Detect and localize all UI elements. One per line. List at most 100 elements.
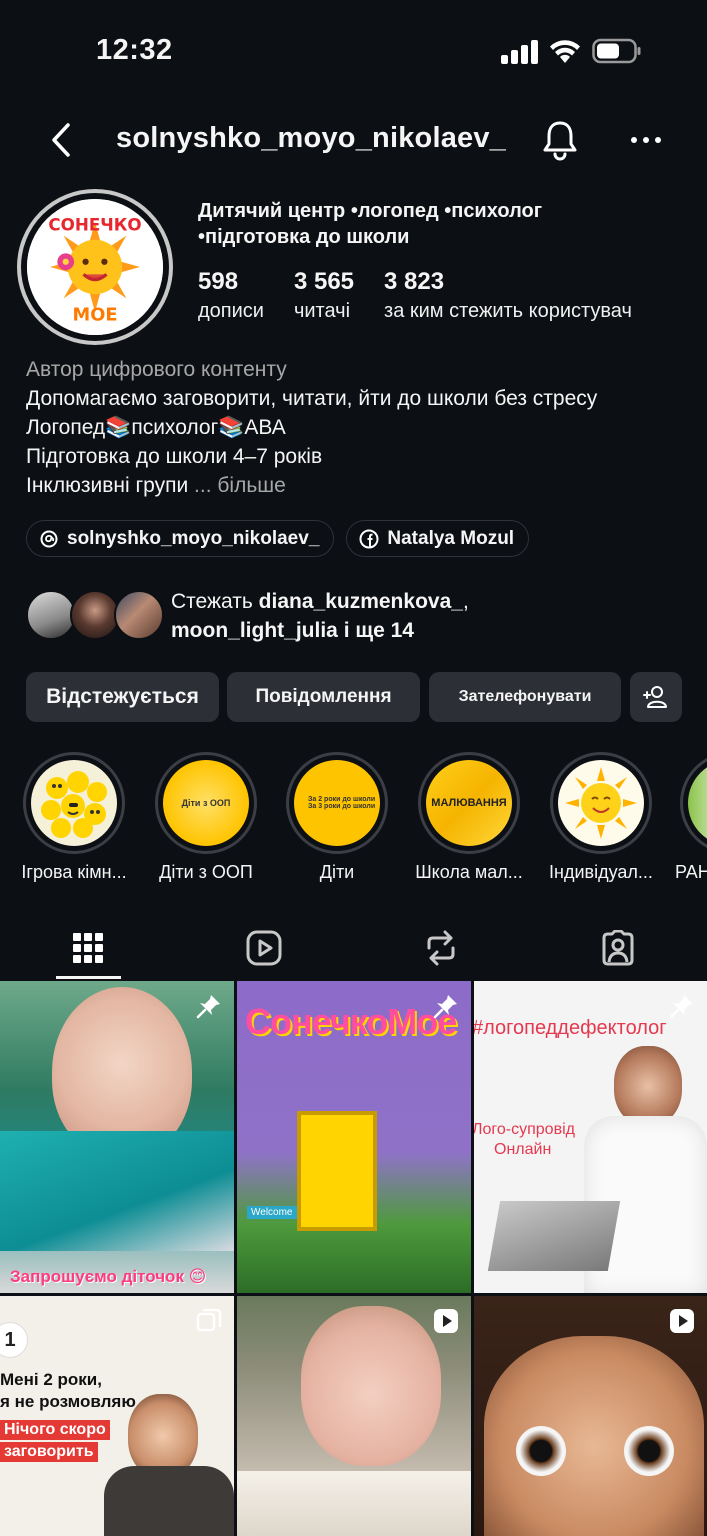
- post-thumbnail[interactable]: #логопеддефектолог Лого-супровід Онлайн: [474, 981, 707, 1293]
- add-person-icon: [643, 686, 667, 708]
- post-caption: Запрошуємо діточок 😊: [10, 1267, 207, 1286]
- follower-avatar: [26, 590, 76, 640]
- stat-followers[interactable]: 3 565 читачі: [294, 268, 354, 326]
- followed-by-prefix: Стежать: [171, 590, 253, 613]
- stat-value: 3 823: [384, 268, 445, 295]
- profile-header: solnyshko_moyo_nikolaev_: [0, 110, 707, 170]
- profile-stats: 598 дописи 3 565 читачі 3 823 за ким сте…: [198, 268, 662, 326]
- following-button[interactable]: Відстежується: [26, 672, 219, 722]
- call-button[interactable]: Зателефонувати: [429, 672, 621, 722]
- message-button[interactable]: Повідомлення: [227, 672, 420, 722]
- message-button-label: Повідомлення: [255, 686, 392, 707]
- notification-bell-icon[interactable]: [540, 118, 580, 162]
- suggest-people-button[interactable]: [630, 672, 682, 722]
- bio-line: Інклюзивні групи ... більше: [26, 471, 696, 500]
- back-arrow-icon[interactable]: [44, 120, 78, 160]
- tab-grid[interactable]: [0, 916, 176, 980]
- highlight-label: Індивідуал...: [549, 862, 653, 882]
- post-photo-face: [484, 1336, 704, 1536]
- post-text: Лого-супровід: [474, 1121, 575, 1138]
- more-options-icon[interactable]: [628, 128, 664, 152]
- stat-value: 598: [198, 268, 239, 295]
- post-thumbnail[interactable]: 1 Мені 2 роки, я не розмовляю Нічого ско…: [0, 1296, 234, 1536]
- followed-by-suffix: і ще 14: [343, 619, 414, 642]
- tagged-person-icon: [602, 930, 634, 966]
- post-photo-body: [104, 1466, 234, 1536]
- post-thumbnail[interactable]: [237, 1296, 471, 1536]
- story-highlight[interactable]: Індивідуал...: [536, 752, 666, 883]
- post-sign: Welcome: [247, 1206, 297, 1219]
- highlight-cover: За 2 роки до школи За 3 роки до школи: [294, 760, 380, 846]
- logo-image: СОНЕЧКО МОЕ: [27, 199, 163, 335]
- facebook-icon: [359, 529, 379, 548]
- bio-line: Логопед📚психолог📚АВА: [26, 416, 286, 439]
- highlight-cover: [31, 760, 117, 846]
- stat-posts[interactable]: 598 дописи: [198, 268, 264, 326]
- status-bar: 12:32: [0, 0, 707, 100]
- post-thumbnail[interactable]: Запрошуємо діточок 😊: [0, 981, 234, 1293]
- cellular-signal-icon: [501, 40, 538, 64]
- highlight-cover-text: За 2 роки до школи: [308, 796, 376, 803]
- highlight-cover: [558, 760, 644, 846]
- post-eye: [624, 1426, 674, 1476]
- story-highlight[interactable]: За 2 роки до школи За 3 роки до школи Ді…: [272, 752, 402, 883]
- post-text: заговорить: [0, 1442, 98, 1462]
- threads-icon: [40, 530, 58, 547]
- wifi-icon: [550, 40, 580, 63]
- stat-value: 3 565: [293, 268, 355, 295]
- threads-link[interactable]: solnyshko_moyo_nikolaev_: [26, 520, 335, 557]
- bio-role: Автор цифрового контенту: [26, 358, 287, 381]
- highlight-label: Діти: [319, 862, 355, 882]
- tab-reposts[interactable]: [353, 916, 529, 980]
- post-eye: [516, 1426, 566, 1476]
- post-photo-body: [0, 1131, 234, 1251]
- profile-actions: Відстежується Повідомлення Зателефонуват…: [26, 672, 682, 722]
- tab-reels[interactable]: [176, 916, 352, 980]
- following-button-label: Відстежується: [46, 685, 199, 708]
- post-number: 1: [0, 1322, 28, 1358]
- follower-avatars: [26, 588, 166, 644]
- followed-by[interactable]: Стежать diana_kuzmenkova_, moon_light_ju…: [26, 588, 706, 644]
- story-highlight[interactable]: Ігрова кімн...: [9, 752, 139, 883]
- follower-avatar: [70, 590, 120, 640]
- grid-icon: [73, 933, 103, 963]
- post-thumbnail[interactable]: [474, 1296, 707, 1536]
- carousel-icon: [196, 1308, 222, 1332]
- stat-label: читачі: [293, 300, 351, 322]
- story-highlight[interactable]: Діти з ООП Діти з ООП: [141, 752, 271, 883]
- profile-avatar[interactable]: СОНЕЧКО МОЕ: [17, 189, 173, 345]
- status-time: 12:32: [96, 34, 173, 66]
- call-button-label: Зателефонувати: [458, 688, 592, 705]
- bio-ellipsis: ...: [194, 474, 212, 497]
- sun-image: [565, 767, 637, 839]
- highlight-cover-text: МАЛЮВАННЯ: [431, 797, 507, 809]
- story-highlight[interactable]: РАН: [668, 752, 707, 883]
- threads-link-label: solnyshko_moyo_nikolaev_: [67, 527, 320, 549]
- post-photo-face: [614, 1046, 682, 1126]
- stat-following[interactable]: 3 823 за ким стежить користувач: [384, 268, 632, 326]
- bio-line-text: Інклюзивні групи: [26, 474, 189, 497]
- bio-more-link[interactable]: більше: [217, 474, 285, 497]
- profile-category: Дитячий центр •логопед •психолог •підгот…: [198, 200, 543, 248]
- logo-text-top: СОНЕЧКО: [48, 214, 141, 234]
- stat-label: за ким стежить користувач: [384, 300, 632, 322]
- story-highlight[interactable]: МАЛЮВАННЯ Школа мал...: [404, 752, 534, 883]
- post-text: Мені 2 роки,: [0, 1370, 102, 1389]
- post-text: Онлайн: [494, 1141, 552, 1158]
- followed-by-user[interactable]: moon_light_julia: [171, 619, 338, 642]
- emoji-balls-image: [41, 771, 107, 838]
- facebook-link-label: Natalya Mozul: [387, 527, 515, 549]
- tab-tagged[interactable]: [530, 916, 706, 980]
- facebook-link[interactable]: Natalya Mozul: [346, 520, 530, 557]
- followed-by-user[interactable]: diana_kuzmenkova_: [259, 590, 463, 613]
- pinned-icon: [196, 995, 220, 1019]
- profile-bio: Автор цифрового контенту Допомагаємо заг…: [26, 355, 696, 500]
- highlight-label: Ігрова кімн...: [21, 862, 127, 882]
- stat-label: дописи: [198, 300, 264, 322]
- highlight-label: Діти з ООП: [159, 862, 253, 882]
- post-photo-book: [237, 1471, 471, 1536]
- profile-username: solnyshko_moyo_nikolaev_: [116, 122, 507, 154]
- highlight-cover-text: За 3 роки до школи: [308, 803, 376, 810]
- active-tab-indicator: [56, 976, 121, 979]
- post-thumbnail[interactable]: СонечкоМое Welcome: [237, 981, 471, 1293]
